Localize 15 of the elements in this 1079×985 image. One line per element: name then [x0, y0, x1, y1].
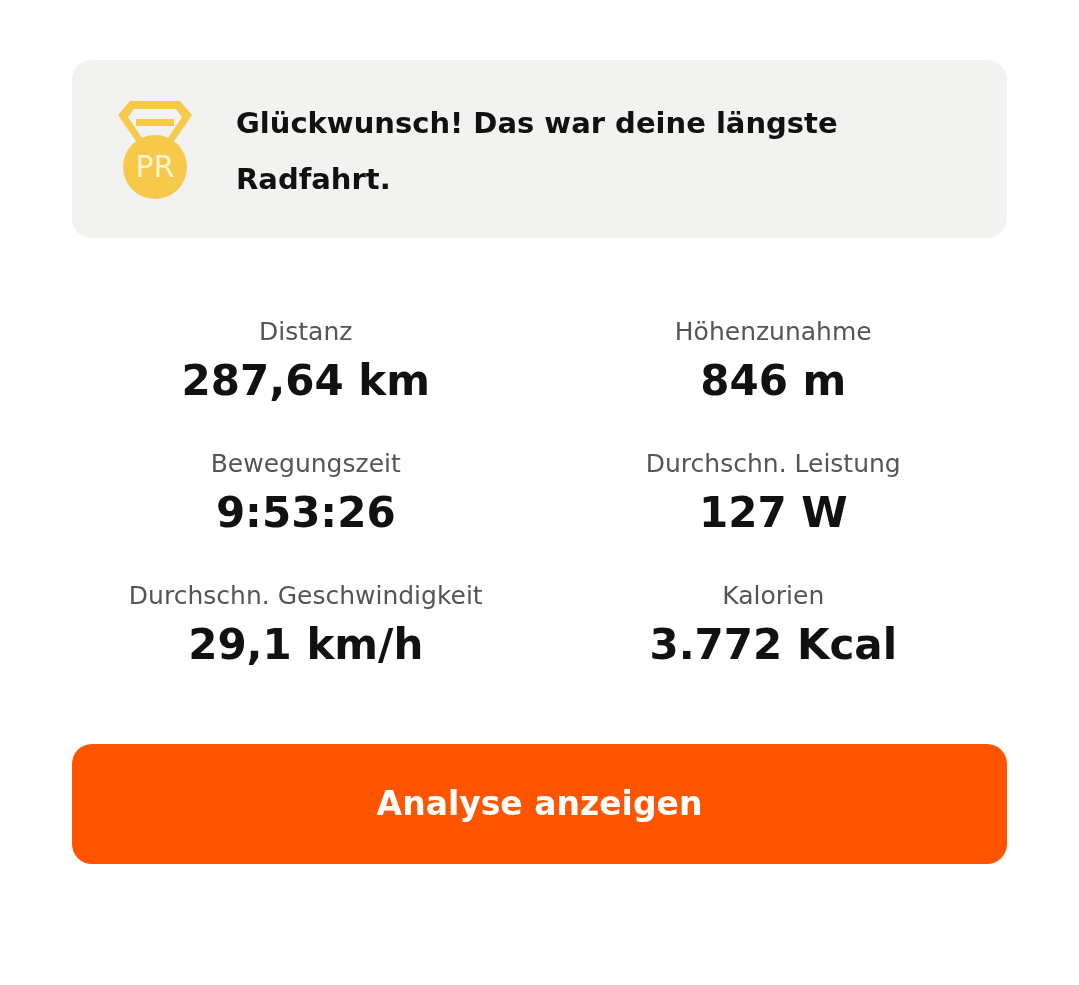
- stat-value: 3.772 Kcal: [648, 619, 899, 671]
- stat-value: 846 m: [699, 355, 848, 407]
- stat-value: 29,1 km/h: [187, 619, 425, 671]
- stat-label: Durchschn. Leistung: [644, 448, 902, 480]
- medal-label: PR: [134, 148, 176, 186]
- stat-label: Durchschn. Geschwindigkeit: [127, 580, 484, 612]
- stat-value: 9:53:26: [214, 487, 397, 539]
- stat-label: Höhenzunahme: [673, 316, 873, 348]
- stat-label: Kalorien: [721, 580, 826, 612]
- show-analysis-button[interactable]: Analyse anzeigen: [72, 744, 1007, 864]
- stat-label: Distanz: [258, 316, 354, 348]
- stat-value: 287,64 km: [180, 355, 431, 407]
- stat-value: 127 W: [697, 487, 849, 539]
- stat-label: Bewegungszeit: [209, 448, 402, 480]
- achievement-message: Glückwunsch! Das war deine längste Radfahrt.: [236, 105, 839, 198]
